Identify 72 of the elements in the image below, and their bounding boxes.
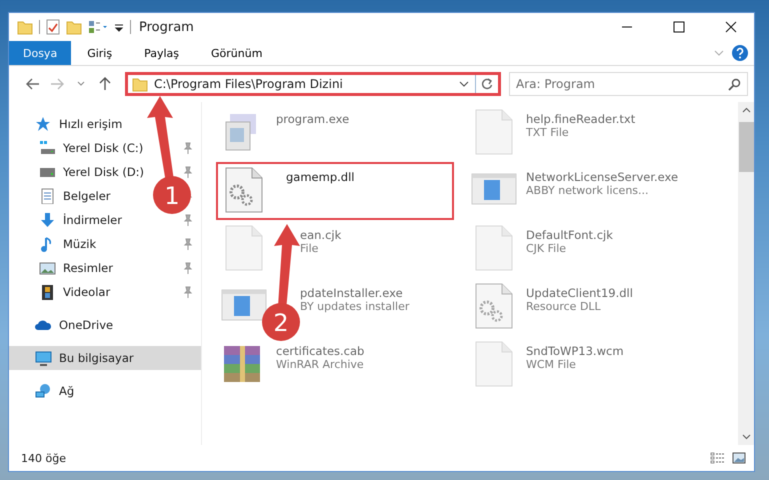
file-type: ABBY network licens... (526, 184, 650, 197)
scroll-up-icon[interactable] (742, 107, 750, 113)
pin-icon[interactable] (183, 142, 193, 154)
highlighted-file-item[interactable]: gamemp.dll (216, 162, 454, 220)
nav-item[interactable]: İndirmeler (63, 213, 122, 227)
dropdown-caret-icon[interactable] (459, 80, 469, 88)
picture-icon (39, 260, 56, 276)
nav-item[interactable]: Videolar (63, 285, 110, 299)
pin-icon[interactable] (183, 238, 193, 250)
file-name[interactable]: ean.cjk (300, 228, 342, 242)
drive-icon (39, 140, 56, 156)
properties-icon[interactable] (46, 19, 60, 35)
close-icon[interactable] (725, 21, 737, 33)
window-title: Program (139, 20, 195, 34)
star-icon (35, 116, 52, 132)
back-icon[interactable] (26, 78, 40, 90)
nav-item[interactable]: Yerel Disk (C:) (63, 141, 144, 155)
document-icon (39, 188, 56, 204)
address-bar[interactable]: C:\Program Files\Program Dizini (125, 72, 501, 96)
nav-item[interactable]: Resimler (63, 261, 113, 275)
nav-item[interactable]: Yerel Disk (D:) (63, 165, 144, 179)
scroll-down-icon[interactable] (742, 434, 750, 440)
film-icon (39, 284, 56, 300)
ribbon-tab[interactable]: Paylaş (128, 41, 195, 65)
search-field[interactable]: Ara: Program (509, 72, 748, 96)
item-count: 140 öğe (21, 452, 67, 464)
file-type: WCM File (526, 358, 577, 371)
file-name[interactable]: help.fineReader.txt (526, 112, 636, 126)
refresh-icon[interactable] (481, 78, 493, 90)
step-callout: 1 (147, 96, 191, 214)
nav-item[interactable]: Müzik (63, 237, 96, 251)
file-name[interactable]: DefaultFont.cjk (526, 228, 613, 242)
file-name[interactable]: gamemp.dll (286, 170, 354, 184)
ribbon-tab[interactable]: Giriş (71, 41, 128, 65)
file-name[interactable]: certificates.cab (276, 344, 364, 358)
file-name[interactable]: SndToWP13.wcm (526, 344, 624, 358)
file-type: BY updates installer (300, 300, 410, 313)
network-icon (35, 383, 52, 399)
nav-item[interactable]: OneDrive (59, 318, 114, 332)
monitor-icon (35, 350, 52, 366)
search-icon[interactable] (728, 78, 741, 91)
maximize-icon[interactable] (673, 21, 685, 33)
nav-item[interactable]: Bu bilgisayar (9, 346, 201, 370)
large-icons-view-icon[interactable] (732, 452, 746, 464)
pin-icon[interactable] (183, 214, 193, 226)
down-arrow-icon (39, 212, 56, 228)
file-name[interactable]: pdateInstaller.exe (300, 286, 410, 300)
file-type: WinRAR Archive (276, 358, 364, 371)
help-icon[interactable] (732, 45, 748, 61)
file-type: Resource DLL (526, 300, 602, 313)
file-type: CJK File (526, 242, 568, 255)
view-options-icon[interactable] (88, 20, 108, 34)
file-type: TXT File (526, 126, 570, 139)
pin-icon[interactable] (183, 286, 193, 298)
customize-caret-icon[interactable] (114, 22, 124, 32)
folder-icon (132, 76, 148, 92)
pin-icon[interactable] (183, 262, 193, 274)
step-callout: 2 (262, 224, 300, 341)
ribbon-tab[interactable]: Görünüm (195, 41, 278, 65)
up-icon[interactable] (99, 77, 111, 91)
scrollbar-thumb[interactable] (738, 122, 754, 172)
recent-caret-icon[interactable] (77, 81, 85, 87)
nav-item[interactable]: Belgeler (63, 189, 111, 203)
file-name[interactable]: NetworkLicenseServer.exe (526, 170, 678, 184)
file-menu-button[interactable]: Dosya (9, 41, 72, 65)
details-view-icon[interactable] (710, 452, 726, 464)
pin-icon[interactable] (183, 166, 193, 178)
file-type: File (300, 242, 320, 255)
file-name[interactable]: program.exe (276, 112, 350, 126)
nav-item[interactable]: Hızlı erişim (59, 117, 122, 131)
file-name[interactable]: UpdateClient19.dll (526, 286, 633, 300)
nav-item[interactable]: Ağ (59, 384, 74, 398)
